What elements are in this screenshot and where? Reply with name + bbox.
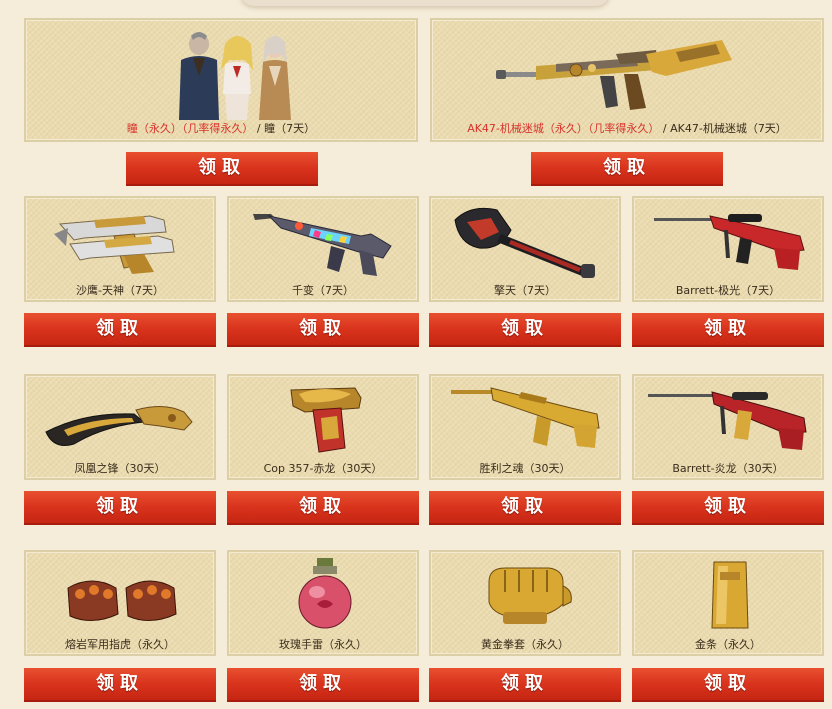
knuckles-icon [67,580,177,621]
claim-button-r3-c1[interactable]: 领取 [24,668,216,702]
claim-button-r2-c3[interactable]: 领取 [429,491,621,525]
claim-button-featured-1[interactable]: 领取 [126,152,318,186]
reward-name-r2-c2: Cop 357-赤龙（30天） [263,462,383,475]
featured-1-part-1: 瞳（永久）（几率得永久） [126,122,254,135]
reward-name-r2-c4: Barrett-炎龙（30天） [672,462,784,475]
reward-card-r2-c2: Cop 357-赤龙（30天） [227,374,419,480]
claim-button-r1-c3[interactable]: 领取 [429,313,621,347]
claim-button-r3-c2[interactable]: 领取 [227,668,419,702]
reward-name-r3-c1: 熔岩军用指虎（永久） [65,638,175,651]
reward-name-r3-c2: 玫瑰手雷（永久） [279,638,367,651]
reward-card-r3-c3: 黄金拳套（永久） [429,550,621,656]
reward-name-r1-c3: 擎天（7天） [494,284,556,297]
gold-bar-icon [711,561,749,629]
reward-card-r2-c1: 凤凰之锋（30天） [24,374,216,480]
reward-name-r1-c1: 沙鹰-天神（7天） [76,284,164,297]
kukri-knife-icon [45,406,193,446]
gold-rifle-icon [451,387,600,448]
claim-button-r2-c1[interactable]: 领取 [24,491,216,525]
reward-name-r3-c4: 金条（永久） [695,638,761,651]
reward-name-r2-c1: 凤凰之锋（30天） [74,462,166,475]
character-group-icon [179,32,291,120]
claim-button-r2-c2[interactable]: 领取 [227,491,419,525]
claim-button-r3-c3[interactable]: 领取 [429,668,621,702]
featured-2-part-1: AK47-机械迷城（永久）（几率得永久） [467,122,660,135]
claim-button-r3-c4[interactable]: 领取 [632,668,824,702]
featured-caption-1: 瞳（永久）（几率得永久） / 瞳（7天） [26,120,416,136]
reward-card-r2-c3: 胜利之魂（30天） [429,374,621,480]
claim-button-featured-2[interactable]: 领取 [531,152,723,186]
sniper-dragon-icon [648,391,807,450]
reward-card-r1-c1: 沙鹰-天神（7天） [24,196,216,302]
featured-caption-2: AK47-机械迷城（永久）（几率得永久） / AK47-机械迷城（7天） [432,120,822,136]
dual-pistol-icon [54,215,175,274]
claim-button-r1-c1[interactable]: 领取 [24,313,216,347]
claim-button-r2-c4[interactable]: 领取 [632,491,824,525]
reward-card-r2-c4: Barrett-炎龙（30天） [632,374,824,480]
top-tab-decoration [240,0,610,6]
rifle-gold-icon [496,40,732,110]
featured-card-2: AK47-机械迷城（永久）（几率得永久） / AK47-机械迷城（7天） [430,18,824,142]
reward-name-r3-c3: 黄金拳套（永久） [481,638,569,651]
reward-card-r1-c3: 擎天（7天） [429,196,621,302]
featured-card-1: 瞳（永久）（几率得永久） / 瞳（7天） [24,18,418,142]
featured-2-part-2: / [659,122,671,135]
dragon-pistol-icon [290,387,362,453]
claim-button-r1-c2[interactable]: 领取 [227,313,419,347]
reward-card-r3-c2: 玫瑰手雷（永久） [227,550,419,656]
gold-glove-icon [488,567,572,624]
featured-1-part-3: 瞳（7天） [264,122,316,135]
featured-2-part-3: AK47-机械迷城（7天） [670,122,787,135]
sniper-red-icon [654,214,805,270]
reward-name-r1-c2: 千变（7天） [292,284,354,297]
shovel-axe-icon [454,207,595,278]
rose-grenade-icon [298,558,352,629]
claim-button-r1-c4[interactable]: 领取 [632,313,824,347]
featured-1-part-2: / [253,122,265,135]
reward-name-r1-c4: Barrett-极光（7天） [675,284,781,297]
reward-card-r1-c2: 千变（7天） [227,196,419,302]
reward-name-r2-c3: 胜利之魂（30天） [479,462,571,475]
reward-card-r3-c4: 金条（永久） [632,550,824,656]
rifle-neon-icon [253,214,392,276]
reward-card-r1-c4: Barrett-极光（7天） [632,196,824,302]
reward-card-r3-c1: 熔岩军用指虎（永久） [24,550,216,656]
